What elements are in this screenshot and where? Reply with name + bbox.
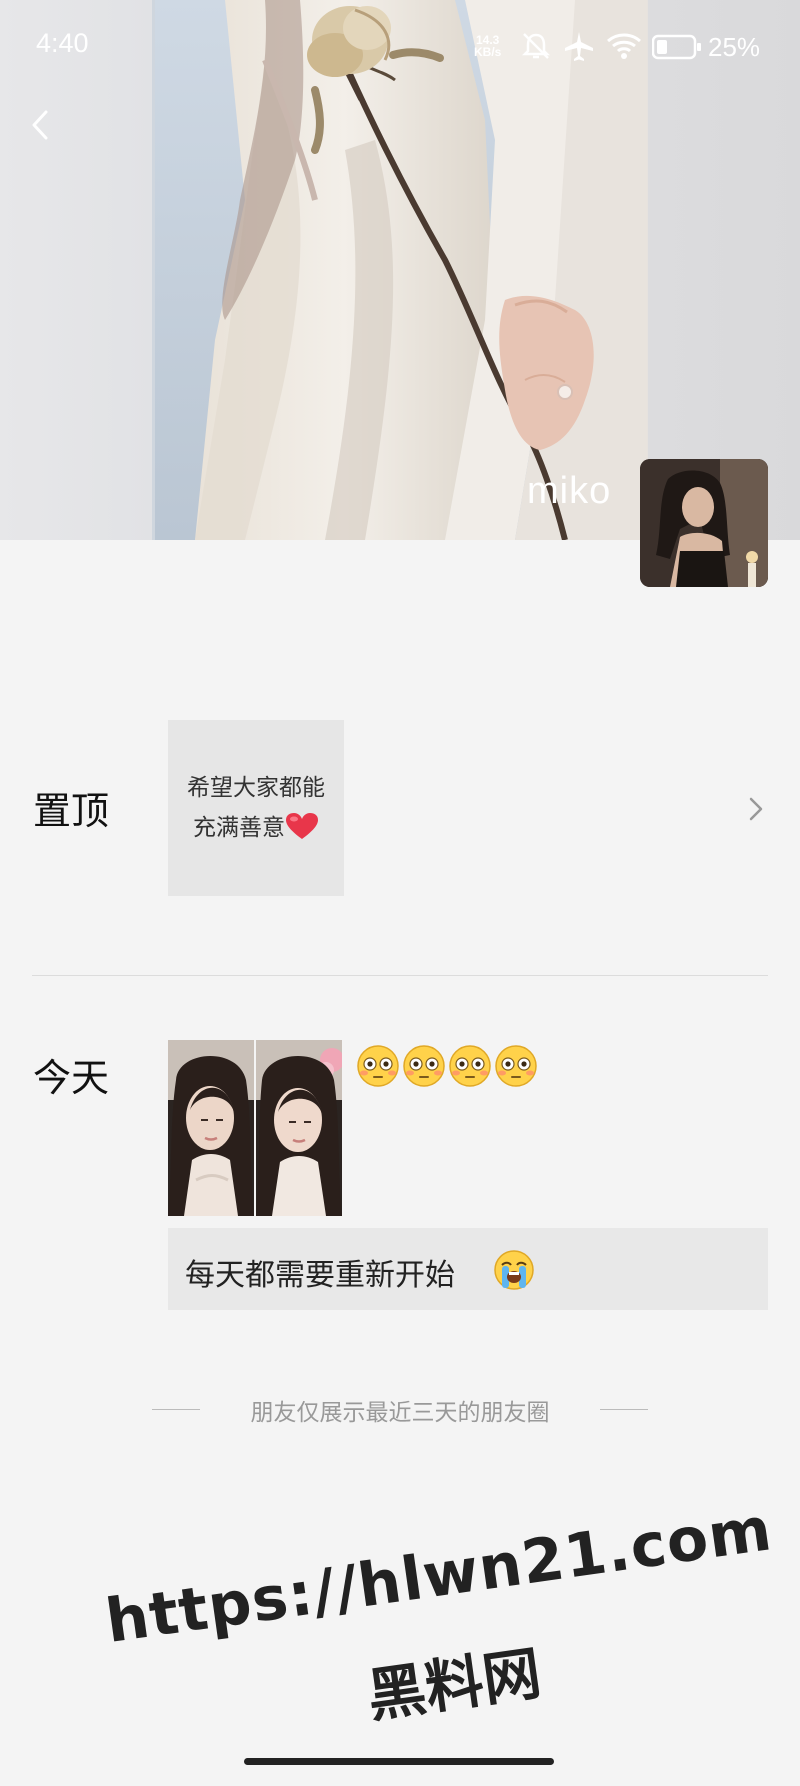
chevron-left-icon	[32, 110, 48, 140]
profile-name: miko	[527, 470, 612, 512]
chevron-right-icon[interactable]	[744, 793, 768, 825]
section-divider	[32, 975, 768, 976]
net-speed: 14.3 KB/s	[474, 34, 501, 58]
status-time: 4:40	[36, 28, 89, 58]
post-emoji-row	[356, 1044, 540, 1088]
pinned-section-label: 置顶	[33, 789, 110, 833]
pinned-post-line2: 充满善意	[193, 815, 285, 841]
battery-icon	[652, 34, 701, 60]
avatar[interactable]	[640, 459, 768, 587]
net-speed-unit: KB/s	[474, 45, 502, 59]
battery-percent: 25%	[708, 32, 761, 62]
flushed-face-icon	[495, 1045, 537, 1087]
flushed-face-icon	[403, 1045, 445, 1087]
notice-line-left	[152, 1409, 200, 1410]
status-bar: 4:40 14.3 KB/s 25%	[0, 0, 800, 96]
moments-visibility-notice: 朋友仅展示最近三天的朋友圈	[250, 1400, 550, 1426]
wifi-icon	[607, 33, 641, 59]
home-indicator[interactable]	[244, 1758, 554, 1765]
watermark: https://hlwn21.com 黑料网	[97, 1494, 798, 1786]
red-heart-icon	[286, 813, 318, 839]
pinned-post[interactable]: 希望大家都能 充满善意	[168, 720, 344, 896]
pinned-post-line2-row: 充满善意	[171, 808, 341, 848]
loudly-crying-face-icon	[494, 1250, 534, 1290]
back-button[interactable]	[20, 100, 64, 150]
post-text: 每天都需要重新开始	[185, 1258, 455, 1293]
flushed-face-icon	[449, 1045, 491, 1087]
airplane-mode-icon	[565, 32, 593, 61]
notice-line-right	[600, 1409, 648, 1410]
today-section-label: 今天	[33, 1056, 110, 1100]
muted-bell-icon	[521, 33, 551, 59]
pinned-post-line1: 希望大家都能	[187, 775, 325, 801]
flushed-face-icon	[357, 1045, 399, 1087]
post-photo-1[interactable]	[168, 1040, 254, 1216]
pinned-post-text: 希望大家都能 充满善意	[171, 768, 341, 848]
post-photo-2[interactable]	[256, 1040, 342, 1216]
